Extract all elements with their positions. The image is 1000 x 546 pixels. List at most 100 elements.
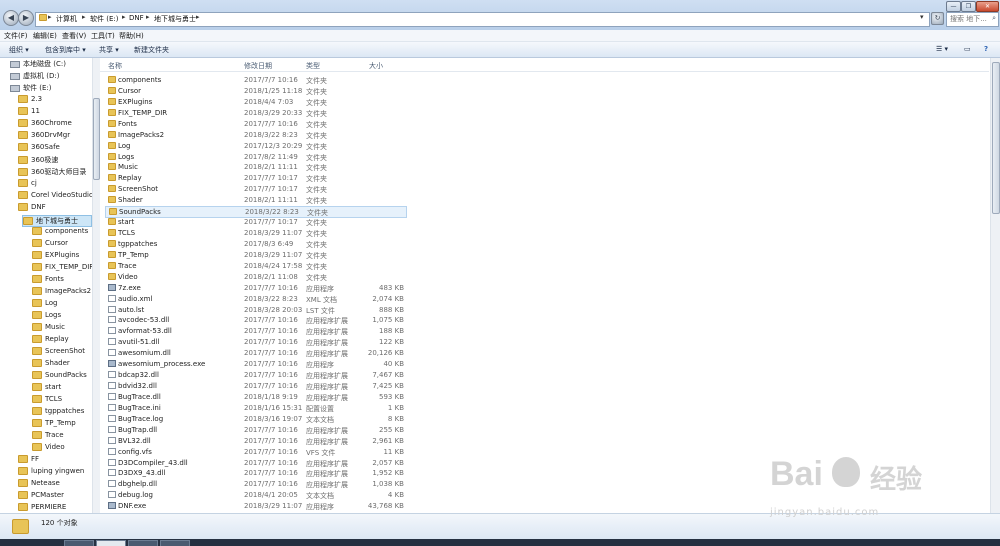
nav-item[interactable]: cj xyxy=(18,179,37,189)
table-row[interactable]: BVL32.dll 2017/7/7 10:16 应用程序扩展 2,961 KB xyxy=(105,436,405,446)
nav-item[interactable]: 360DrvMgr xyxy=(18,131,70,141)
preview-pane-icon[interactable]: ▭ xyxy=(964,45,971,53)
table-row[interactable]: awesomium_process.exe 2017/7/7 10:16 应用程序 4… xyxy=(105,359,405,369)
breadcrumb-current[interactable]: 地下城与勇士 xyxy=(154,14,196,24)
menu-tools[interactable]: 工具(T) xyxy=(91,31,115,41)
table-row[interactable]: start 2017/7/7 10:17 文件夹 xyxy=(105,217,405,227)
nav-item[interactable]: TCLS xyxy=(32,395,62,405)
breadcrumb-computer[interactable]: 计算机 xyxy=(56,14,77,24)
nav-item[interactable]: 2.3 xyxy=(18,95,42,105)
nav-item[interactable]: Shader xyxy=(32,359,70,369)
close-button[interactable]: ✕ xyxy=(976,1,999,12)
table-row[interactable]: avcodec-53.dll 2017/7/7 10:16 应用程序扩展 1,075 … xyxy=(105,315,405,325)
nav-item[interactable]: EXPlugins xyxy=(32,251,79,261)
table-row[interactable]: BugTrace.dll 2018/1/18 9:19 应用程序扩展 593 KB xyxy=(105,392,405,402)
nav-item[interactable]: PCMaster xyxy=(18,491,64,501)
search-icon[interactable]: ⌕ xyxy=(992,14,996,23)
table-row[interactable]: Shader 2018/2/1 11:11 文件夹 xyxy=(105,195,405,205)
nav-scrollbar-thumb[interactable] xyxy=(93,98,100,180)
table-row[interactable]: Music 2018/2/1 11:11 文件夹 xyxy=(105,162,405,172)
table-row[interactable]: config.vfs 2017/7/7 10:16 VFS 文件 11 KB xyxy=(105,447,405,457)
table-row[interactable]: Video 2018/2/1 11:08 文件夹 xyxy=(105,272,405,282)
nav-item[interactable]: 360Safe xyxy=(18,143,60,153)
nav-item[interactable]: DNF xyxy=(18,203,46,213)
table-row[interactable]: ImagePacks2 2018/3/22 8:23 文件夹 xyxy=(105,130,405,140)
breadcrumb-drive[interactable]: 软件 (E:) xyxy=(90,14,118,24)
nav-item[interactable]: Cursor xyxy=(32,239,68,249)
share-button[interactable]: 共享 ▾ xyxy=(99,45,119,55)
list-scrollbar-thumb[interactable] xyxy=(992,62,1000,214)
nav-item[interactable]: SoundPacks xyxy=(32,371,87,381)
taskbar-item[interactable] xyxy=(160,540,190,546)
view-options-icon[interactable]: ☰ ▾ xyxy=(936,45,948,53)
menu-view[interactable]: 查看(V) xyxy=(62,31,86,41)
table-row[interactable]: D3DX9_43.dll 2017/7/7 10:16 应用程序扩展 1,952 KB xyxy=(105,468,405,478)
table-row[interactable]: debug.log 2018/4/1 20:05 文本文档 4 KB xyxy=(105,490,405,500)
table-row[interactable]: tgppatches 2017/8/3 6:49 文件夹 xyxy=(105,239,405,249)
table-row[interactable]: FIX_TEMP_DIR 2018/3/29 20:33 文件夹 xyxy=(105,108,405,118)
table-row[interactable]: bdcap32.dll 2017/7/7 10:16 应用程序扩展 7,467 KB xyxy=(105,370,405,380)
table-row[interactable]: EXPlugins 2018/4/4 7:03 文件夹 xyxy=(105,97,405,107)
nav-item[interactable]: luping yingwen xyxy=(18,467,84,477)
nav-item[interactable]: 360Chrome xyxy=(18,119,72,129)
table-row[interactable]: ScreenShot 2017/7/7 10:17 文件夹 xyxy=(105,184,405,194)
forward-button[interactable]: ▶ xyxy=(18,10,34,26)
nav-item[interactable]: Logs xyxy=(32,311,61,321)
menu-edit[interactable]: 编辑(E) xyxy=(33,31,57,41)
table-row[interactable]: TP_Temp 2018/3/29 11:07 文件夹 xyxy=(105,250,405,260)
maximize-button[interactable]: ❐ xyxy=(961,1,976,12)
nav-item[interactable]: 360极速 xyxy=(18,155,58,165)
search-input[interactable] xyxy=(947,13,988,24)
table-row[interactable]: BugTrace.log 2018/3/16 19:07 文本文档 8 KB xyxy=(105,414,405,424)
nav-item[interactable]: Log xyxy=(32,299,58,309)
menu-file[interactable]: 文件(F) xyxy=(4,31,28,41)
nav-item[interactable]: ScreenShot xyxy=(32,347,85,357)
nav-item[interactable]: 11 xyxy=(18,107,40,117)
taskbar-item[interactable] xyxy=(96,540,126,546)
nav-item[interactable]: 虚拟机 (D:) xyxy=(10,71,59,81)
back-button[interactable]: ◀ xyxy=(3,10,19,26)
minimize-button[interactable]: — xyxy=(946,1,961,12)
column-type[interactable]: 类型 xyxy=(306,61,320,71)
column-date[interactable]: 修改日期 xyxy=(244,61,272,71)
table-row[interactable]: Fonts 2017/7/7 10:16 文件夹 xyxy=(105,119,405,129)
nav-item[interactable]: Fonts xyxy=(32,275,64,285)
nav-item[interactable]: ImagePacks2 xyxy=(32,287,91,297)
organize-button[interactable]: 组织 ▾ xyxy=(9,45,29,55)
nav-item[interactable]: FIX_TEMP_DIR xyxy=(32,263,94,273)
nav-item[interactable]: components xyxy=(32,227,88,237)
table-row[interactable]: D3DCompiler_43.dll 2017/7/7 10:16 应用程序扩展 2,… xyxy=(105,458,405,468)
nav-item[interactable]: tgppatches xyxy=(32,407,84,417)
address-dropdown-icon[interactable]: ▾ xyxy=(920,13,924,21)
list-scrollbar[interactable] xyxy=(990,58,1000,513)
nav-item[interactable]: 地下城与勇士 xyxy=(22,215,92,227)
table-row[interactable]: awesomium.dll 2017/7/7 10:16 应用程序扩展 20,126 … xyxy=(105,348,405,358)
table-row[interactable]: BugTrace.ini 2018/1/16 15:31 配置设置 1 KB xyxy=(105,403,405,413)
table-row[interactable]: Replay 2017/7/7 10:17 文件夹 xyxy=(105,173,405,183)
nav-item[interactable]: PERMIERE xyxy=(18,503,66,513)
nav-item[interactable]: start xyxy=(32,383,61,393)
nav-item[interactable]: 360驱动大师目录 xyxy=(18,167,86,177)
table-row[interactable]: Trace 2018/4/24 17:58 文件夹 xyxy=(105,261,405,271)
table-row[interactable]: auto.lst 2018/3/28 20:03 LST 文件 888 KB xyxy=(105,305,405,315)
address-bar[interactable]: ▸ 计算机 ▸ 软件 (E:) ▸ DNF ▸ 地下城与勇士 ▸ ▾ xyxy=(35,12,930,27)
nav-item[interactable]: 本地磁盘 (C:) xyxy=(10,59,66,69)
table-row[interactable]: avformat-53.dll 2017/7/7 10:16 应用程序扩展 188 K… xyxy=(105,326,405,336)
table-row[interactable]: Log 2017/12/3 20:29 文件夹 xyxy=(105,141,405,151)
nav-item[interactable]: Music xyxy=(32,323,65,333)
table-row[interactable]: audio.xml 2018/3/22 8:23 XML 文档 2,074 KB xyxy=(105,294,405,304)
nav-item[interactable]: Video xyxy=(32,443,65,453)
table-row[interactable]: components 2017/7/7 10:16 文件夹 xyxy=(105,75,405,85)
new-folder-button[interactable]: 新建文件夹 xyxy=(134,45,169,55)
refresh-icon[interactable]: ↻ xyxy=(931,12,944,25)
nav-item[interactable]: TP_Temp xyxy=(32,419,76,429)
taskbar-item[interactable] xyxy=(64,540,94,546)
table-row[interactable]: bdvid32.dll 2017/7/7 10:16 应用程序扩展 7,425 KB xyxy=(105,381,405,391)
column-name[interactable]: 名称 xyxy=(108,61,122,71)
table-row[interactable]: dbghelp.dll 2017/7/7 10:16 应用程序扩展 1,038 KB xyxy=(105,479,405,489)
table-row[interactable]: DNF.exe 2018/3/29 11:07 应用程序 43,768 KB xyxy=(105,501,405,511)
table-row[interactable]: 7z.exe 2017/7/7 10:16 应用程序 483 KB xyxy=(105,283,405,293)
nav-item[interactable]: FF xyxy=(18,455,39,465)
column-size[interactable]: 大小 xyxy=(369,61,383,71)
table-row[interactable]: Cursor 2018/1/25 11:18 文件夹 xyxy=(105,86,405,96)
